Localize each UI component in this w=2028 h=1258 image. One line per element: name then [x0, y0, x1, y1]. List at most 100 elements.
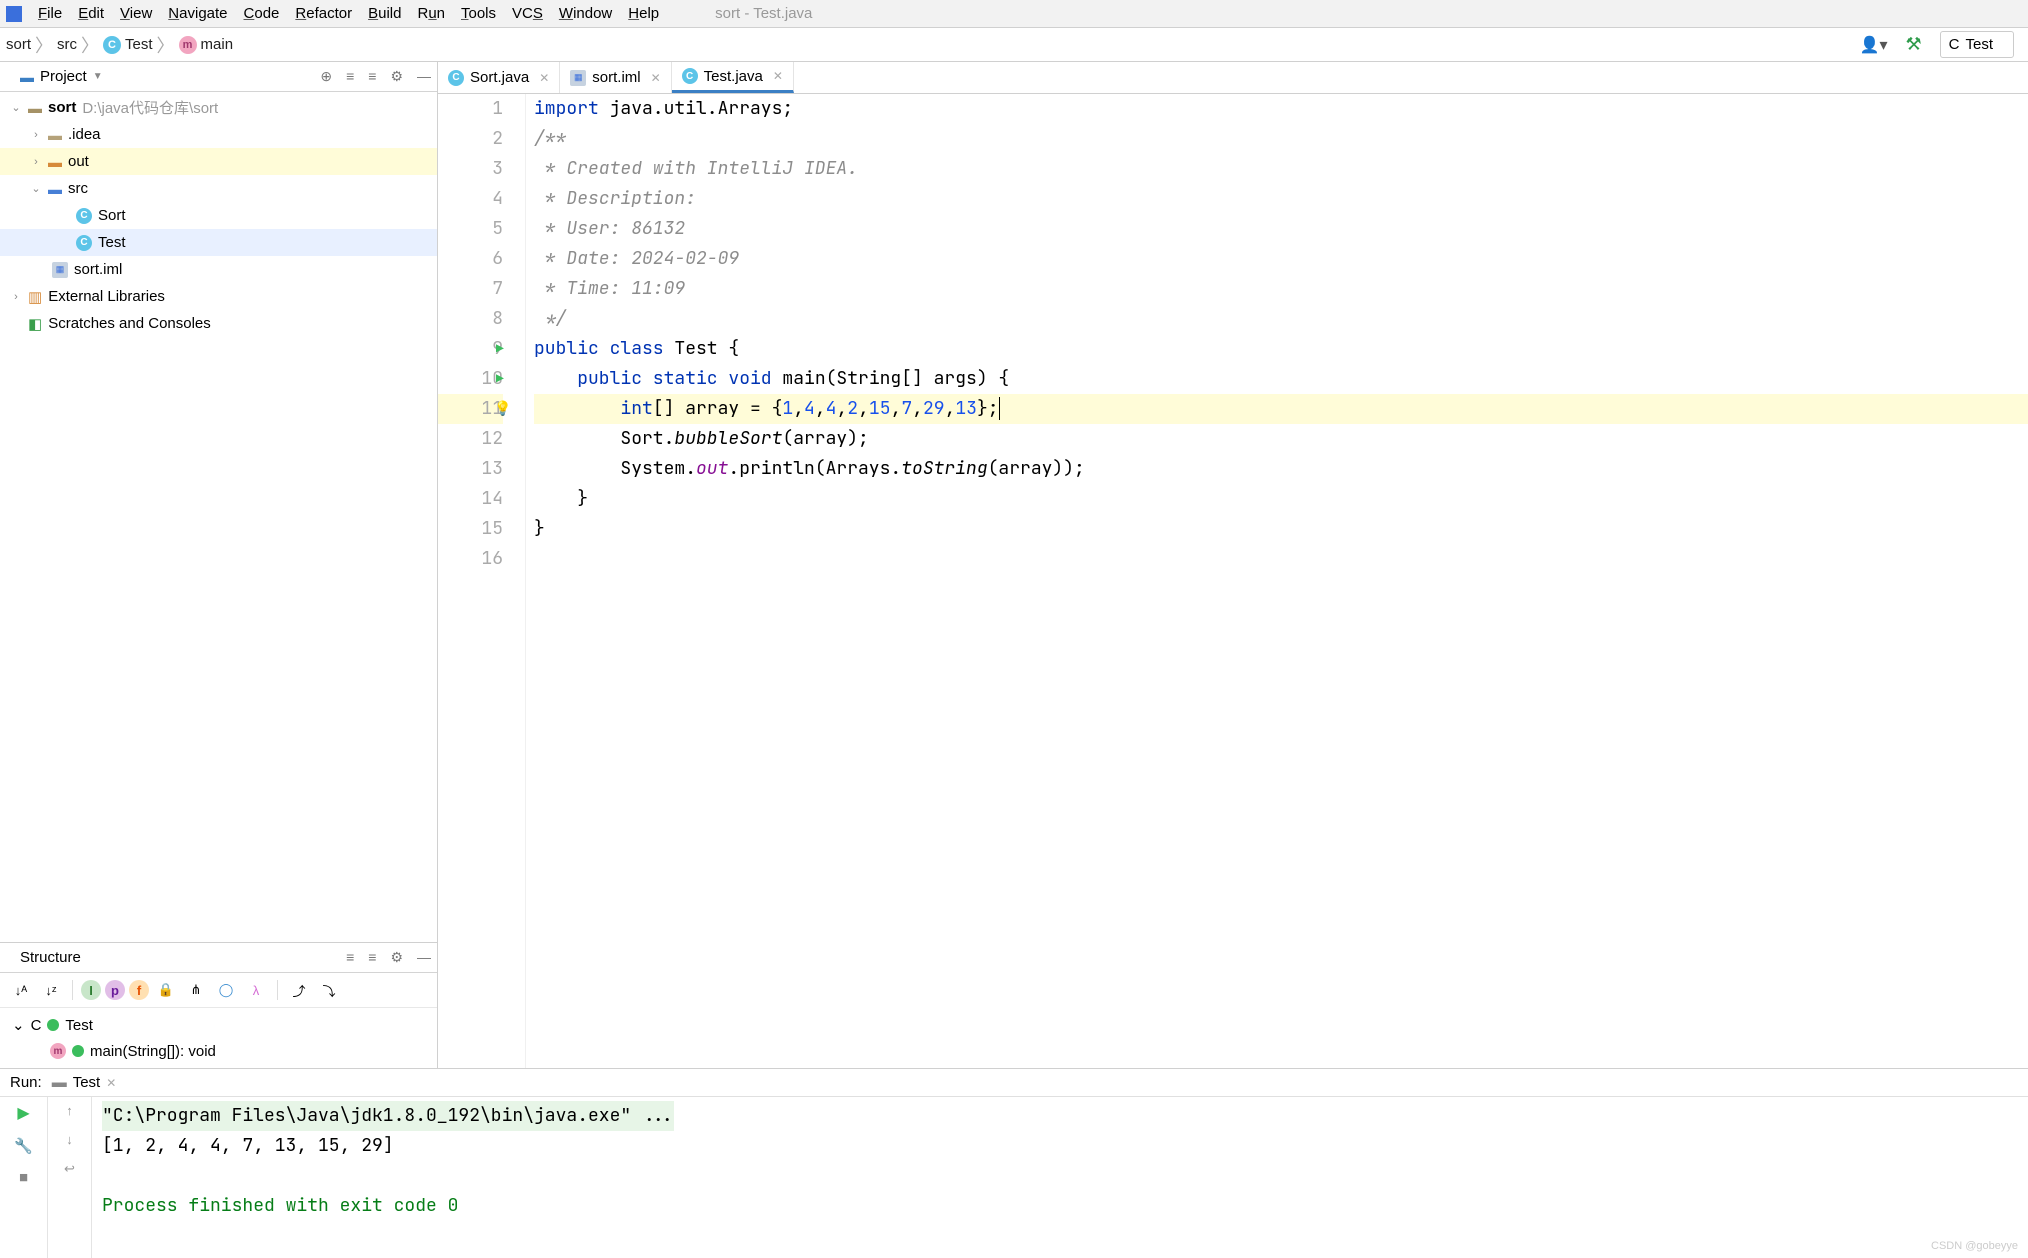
code-line[interactable]: */ [534, 304, 2028, 334]
expand-all-icon[interactable]: ≡ [346, 949, 354, 966]
menu-view[interactable]: View [120, 5, 152, 22]
collapse-all-icon[interactable]: ≡ [368, 68, 376, 85]
project-header-label[interactable]: Project [40, 68, 87, 85]
structure-method[interactable]: m main(String[]): void [0, 1038, 437, 1064]
line-number[interactable]: 12 [438, 424, 503, 454]
tree-iml[interactable]: ▦ sort.iml [0, 256, 437, 283]
locate-icon[interactable]: ⊕ [320, 68, 332, 85]
code-line[interactable]: * Date: 2024-02-09 [534, 244, 2028, 274]
interface-filter-icon[interactable]: I [81, 980, 101, 1000]
settings-icon[interactable]: ⚙ [390, 68, 403, 85]
menu-code[interactable]: Code [244, 5, 280, 22]
line-number[interactable]: 7 [438, 274, 503, 304]
anonymous-icon[interactable]: ◯ [213, 977, 239, 1003]
line-number[interactable]: 3 [438, 154, 503, 184]
lambda-icon[interactable]: λ [243, 977, 269, 1003]
code-line[interactable]: Sort.bubbleSort(array); [534, 424, 2028, 454]
line-number[interactable]: 8 [438, 304, 503, 334]
line-number[interactable]: 4 [438, 184, 503, 214]
breadcrumb-main[interactable]: main [201, 36, 234, 53]
run-config-selector[interactable]: C Test [1940, 31, 2014, 58]
line-number[interactable]: 11 [438, 394, 503, 424]
editor-content[interactable]: import java.util.Arrays;/** * Created wi… [526, 94, 2028, 1068]
line-number[interactable]: 14 [438, 484, 503, 514]
line-number[interactable]: 1 [438, 94, 503, 124]
tree-idea[interactable]: › ▬ .idea [0, 121, 437, 148]
code-line[interactable]: * Created with IntelliJ IDEA. [534, 154, 2028, 184]
hide-icon[interactable]: — [417, 68, 431, 85]
close-icon[interactable]: ✕ [106, 1076, 116, 1090]
chevron-right-icon[interactable]: › [30, 129, 42, 141]
close-icon[interactable]: ✕ [651, 71, 661, 85]
user-icon[interactable]: 👤▾ [1860, 35, 1888, 55]
breadcrumb-src[interactable]: src [57, 36, 77, 53]
expand-all-icon[interactable]: ≡ [346, 68, 354, 85]
sort-alpha-icon[interactable]: ↓ᴬ [8, 977, 34, 1003]
editor-gutter[interactable]: 12345678910111213141516 [438, 94, 526, 1068]
menu-file[interactable]: File [38, 5, 62, 22]
close-icon[interactable]: ✕ [539, 71, 549, 85]
menu-refactor[interactable]: Refactor [295, 5, 352, 22]
chevron-down-icon[interactable]: ⌄ [12, 1016, 25, 1034]
line-number[interactable]: 13 [438, 454, 503, 484]
code-line[interactable]: public static void main(String[] args) { [534, 364, 2028, 394]
code-line[interactable]: * User: 86132 [534, 214, 2028, 244]
project-tree[interactable]: ⌄ ▬ sort D:\java代码仓库\sort › ▬ .idea › ▬ … [0, 92, 437, 942]
close-icon[interactable]: ✕ [773, 69, 783, 83]
breadcrumb-sort[interactable]: sort [6, 36, 31, 53]
menu-build[interactable]: Build [368, 5, 401, 22]
stop-icon[interactable]: ■ [19, 1169, 28, 1186]
sort-visibility-icon[interactable]: ↓ᶻ [38, 977, 64, 1003]
up-icon[interactable]: ↑ [66, 1103, 73, 1118]
inherited-icon[interactable]: ⋔ [183, 977, 209, 1003]
line-number[interactable]: 16 [438, 544, 503, 574]
tree-src[interactable]: ⌄ ▬ src [0, 175, 437, 202]
line-number[interactable]: 5 [438, 214, 503, 244]
code-editor[interactable]: 12345678910111213141516 import java.util… [438, 94, 2028, 1068]
tab-sort-java[interactable]: C Sort.java ✕ [438, 62, 560, 93]
code-line[interactable] [534, 544, 2028, 574]
code-line[interactable]: } [534, 514, 2028, 544]
down-icon[interactable]: ↓ [66, 1132, 73, 1147]
hide-icon[interactable]: — [417, 949, 431, 966]
settings-icon[interactable]: ⚙ [390, 949, 403, 966]
settings-icon[interactable]: 🔧 [14, 1137, 33, 1155]
code-line[interactable]: * Description: [534, 184, 2028, 214]
breadcrumb-test[interactable]: Test [125, 36, 153, 53]
code-line[interactable]: } [534, 484, 2028, 514]
lock-icon[interactable]: 🔒 [153, 977, 179, 1003]
menu-edit[interactable]: Edit [78, 5, 104, 22]
menu-window[interactable]: Window [559, 5, 612, 22]
chevron-down-icon[interactable]: ▼ [93, 71, 103, 82]
run-output[interactable]: "C:\Program Files\Java\jdk1.8.0_192\bin\… [92, 1097, 2028, 1258]
code-line[interactable]: int[] array = {1,4,4,2,15,7,29,13}; [534, 394, 2028, 424]
build-icon[interactable]: ⚒ [1906, 34, 1922, 55]
menu-tools[interactable]: Tools [461, 5, 496, 22]
tab-sort-iml[interactable]: ▦ sort.iml ✕ [560, 62, 671, 93]
tree-class-test[interactable]: C Test [0, 229, 437, 256]
chevron-down-icon[interactable]: ⌄ [10, 101, 22, 114]
structure-tree[interactable]: ⌄ C Test m main(String[]): void [0, 1008, 437, 1068]
autoscroll-to-icon[interactable]: ⤴ [286, 977, 312, 1003]
field-filter-icon[interactable]: f [129, 980, 149, 1000]
line-number[interactable]: 9 [438, 334, 503, 364]
tree-root[interactable]: ⌄ ▬ sort D:\java代码仓库\sort [0, 94, 437, 121]
code-line[interactable]: public class Test { [534, 334, 2028, 364]
rerun-icon[interactable]: ▶ [17, 1103, 29, 1123]
tree-ext-libs[interactable]: › ▥ External Libraries [0, 283, 437, 310]
code-line[interactable]: System.out.println(Arrays.toString(array… [534, 454, 2028, 484]
tree-scratches[interactable]: ◧ Scratches and Consoles [0, 310, 437, 337]
menu-vcs[interactable]: VCS [512, 5, 543, 22]
run-tab[interactable]: ▬ Test ✕ [52, 1074, 117, 1091]
autoscroll-from-icon[interactable]: ⤵ [316, 977, 342, 1003]
tree-out[interactable]: › ▬ out [0, 148, 437, 175]
code-line[interactable]: import java.util.Arrays; [534, 94, 2028, 124]
structure-class[interactable]: ⌄ C Test [0, 1012, 437, 1038]
tree-class-sort[interactable]: C Sort [0, 202, 437, 229]
code-line[interactable]: /** [534, 124, 2028, 154]
soft-wrap-icon[interactable]: ↩ [64, 1161, 75, 1177]
chevron-right-icon[interactable]: › [30, 156, 42, 168]
property-filter-icon[interactable]: p [105, 980, 125, 1000]
menu-run[interactable]: Run [417, 5, 445, 22]
line-number[interactable]: 2 [438, 124, 503, 154]
